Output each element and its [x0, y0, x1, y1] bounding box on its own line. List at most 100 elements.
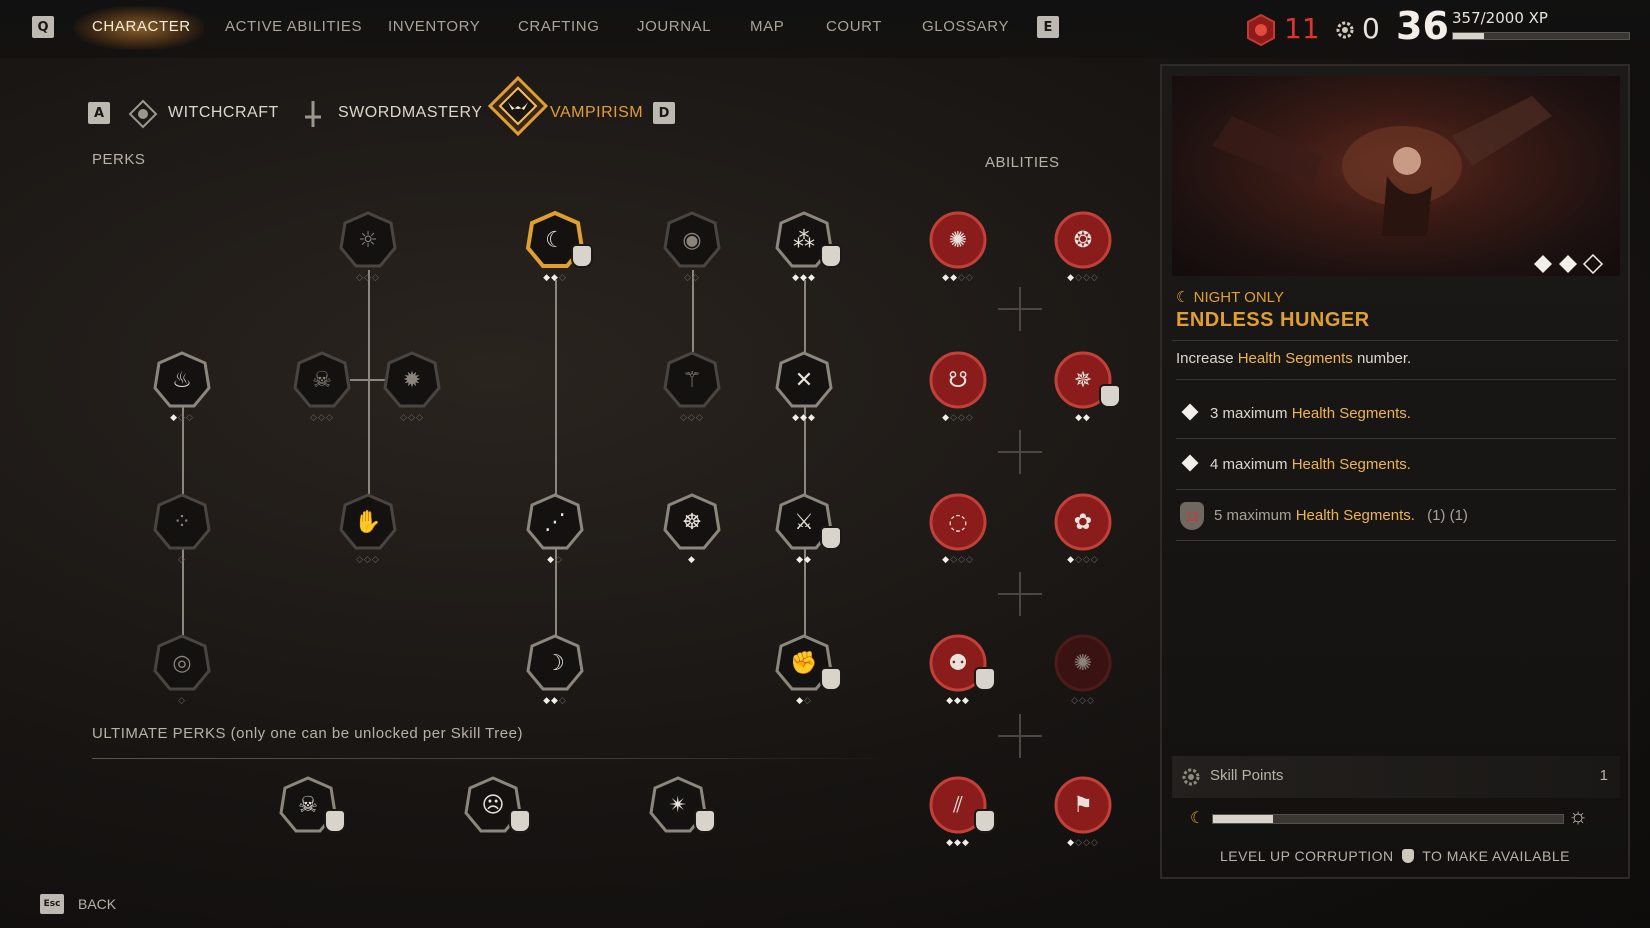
corruption-lock-icon — [820, 667, 842, 691]
ability-node[interactable]: ✺ ◆◆◇◇ — [928, 210, 988, 282]
perk-node[interactable]: ◉ ◇◇ — [662, 210, 722, 282]
perk-node[interactable]: ☸ ◆ — [662, 492, 722, 564]
rank-dot-filled: ◆ — [796, 695, 804, 705]
ability-node[interactable]: ✿ ◆◇◇◇ — [1053, 492, 1113, 564]
rank-dot-filled: ◆ — [800, 412, 808, 422]
rank-dot-empty: ◇ — [1090, 272, 1099, 282]
rank-dot-empty: ◇ — [958, 412, 966, 422]
prev-tree-key[interactable]: A — [88, 102, 110, 124]
ability-node[interactable]: ⫽ ◆◆◆ — [928, 775, 996, 847]
perk-node[interactable]: ☼ ◇◇◇ — [338, 210, 398, 282]
rank-dot-filled: ◆ — [688, 554, 696, 564]
perk-node[interactable]: ◎ ◇ — [152, 633, 212, 705]
perk-node[interactable]: ☽ ◆◆◇ — [525, 633, 585, 705]
ability-separator — [998, 287, 1042, 331]
eye-icon: ◎ — [172, 650, 192, 676]
tree-tab-vampirism[interactable]: VAMPIRISM — [550, 104, 643, 122]
rank-dot-empty: ◇ — [1083, 837, 1091, 847]
tab-active-abilities[interactable]: ACTIVE ABILITIES — [225, 18, 362, 35]
tree-tab-witchcraft[interactable]: WITCHCRAFT — [168, 104, 279, 122]
prev-tab-key[interactable]: Q — [32, 16, 54, 38]
perk-node[interactable]: ☠ ◇◇◇ — [292, 350, 352, 422]
rank-dot-filled: ◆ — [961, 695, 970, 705]
rank-1-text: 3 maximum — [1210, 405, 1292, 422]
tab-glossary[interactable]: GLOSSARY — [922, 18, 1009, 35]
perk-node[interactable]: ⚚ ◇◇◇ — [662, 350, 722, 422]
tab-crafting[interactable]: CRAFTING — [518, 18, 599, 35]
corruption-lock-icon: 12 — [1180, 502, 1204, 530]
rank-diamond-icon — [1181, 403, 1199, 421]
blood-burst-icon: ✺ — [1073, 650, 1093, 676]
ability-node[interactable]: ❂ ◆◇◇◇ — [1053, 210, 1113, 282]
rank-dot-empty: ◇ — [680, 412, 689, 422]
rank-row-3: 12 5 maximum Health Segments. (1) (1) — [1176, 494, 1616, 541]
corruption-lock-icon — [1402, 849, 1415, 863]
rank-dot-filled: ◆ — [942, 412, 951, 422]
blades-icon: ✕ — [794, 367, 814, 393]
perk-node[interactable]: ⁂ ◆◆◆ — [774, 210, 842, 282]
rank-dot-empty: ◇ — [408, 412, 416, 422]
tab-court[interactable]: COURT — [826, 18, 882, 35]
abilities-label: ABILITIES — [985, 154, 1060, 171]
rank-dots: ◆◇◇◇ — [1053, 554, 1113, 564]
corruption-lock-icon — [820, 526, 842, 550]
rank-dot-filled: ◆ — [804, 554, 812, 564]
perk-node[interactable]: ✊ ◆◇ — [774, 633, 842, 705]
ultimate-node[interactable]: ✴ — [648, 775, 716, 835]
ability-node[interactable]: ✵ ◆◆ — [1053, 350, 1121, 422]
rank-dot-empty: ◇ — [318, 412, 326, 422]
rank-dots: ◆◇◇◇ — [1053, 272, 1113, 282]
beast-icon: ❂ — [1073, 227, 1093, 253]
tab-inventory[interactable]: INVENTORY — [388, 18, 480, 35]
perk-node[interactable]: ✕ ◆◆◆ — [774, 350, 834, 422]
unlock-hint-pre: LEVEL UP CORRUPTION — [1220, 848, 1394, 864]
hand-icon: ✋ — [354, 509, 382, 535]
ability-node[interactable]: ☋ ◆◇◇◇ — [928, 350, 988, 422]
perk-node[interactable]: ⋰ ◆◇ — [525, 492, 585, 564]
ability-node[interactable]: ⚑ ◆◇◇◇ — [1053, 775, 1113, 847]
ultimate-perks-label: ULTIMATE PERKS (only one can be unlocked… — [92, 725, 523, 742]
rank-dot-filled: ◆ — [1067, 554, 1076, 564]
rank-dot-empty: ◇ — [371, 272, 380, 282]
perk-node[interactable]: ✋ ◇◇◇ — [338, 492, 398, 564]
perk-node[interactable]: ♨ ◆◇◇ — [152, 350, 212, 422]
beast-icon: ⚑ — [1073, 792, 1093, 818]
rank-diamond-icon — [1181, 454, 1199, 472]
rank-dots: ◆◆◇ — [525, 695, 585, 705]
rank-dot-empty: ◇ — [958, 272, 966, 282]
tab-map[interactable]: MAP — [750, 18, 784, 35]
rank-dot-filled: ◆ — [954, 695, 962, 705]
skill-points-label: Skill Points — [1210, 767, 1284, 784]
sun-sigil-icon: ✹ — [402, 367, 422, 393]
rank-dot-empty: ◇ — [364, 272, 372, 282]
ultimate-node[interactable]: ☠ — [278, 775, 346, 835]
perk-preview-video — [1172, 76, 1620, 276]
perk-title: ENDLESS HUNGER — [1176, 309, 1370, 331]
rank-3-requirement: (1) (1) — [1427, 507, 1468, 524]
next-tab-key[interactable]: E — [1037, 16, 1059, 38]
skill-point-icon — [1336, 21, 1354, 39]
ability-node[interactable]: ◌ ◆◇◇◇ — [928, 492, 988, 564]
perk-node[interactable]: ✹ ◇◇◇ — [382, 350, 442, 422]
corruption-lock-icon — [974, 667, 996, 691]
perks-label: PERKS — [92, 151, 146, 168]
tree-tab-swordmastery[interactable]: SWORDMASTERY — [338, 104, 482, 122]
rank-dot-empty: ◇ — [185, 412, 194, 422]
ability-node[interactable]: ⚉ ◆◆◆ — [928, 633, 996, 705]
perk-node[interactable]: ☾ ◆◆◇ — [525, 210, 593, 282]
ability-node[interactable]: ✺ ◇◇◇ — [1053, 633, 1113, 705]
rank-dot-empty: ◇ — [364, 554, 372, 564]
rank-2-text: 4 maximum — [1210, 456, 1292, 473]
back-button[interactable]: BACK — [78, 896, 116, 912]
tab-character[interactable]: CHARACTER — [92, 18, 191, 35]
esc-key[interactable]: Esc — [40, 894, 64, 914]
ultimate-node[interactable]: ☹ — [463, 775, 531, 835]
rank-dot-empty: ◇ — [310, 412, 319, 422]
perk-node[interactable]: ⚔ ◆◆ — [774, 492, 842, 564]
perk-link — [555, 280, 557, 660]
next-tree-key[interactable]: D — [653, 102, 675, 124]
perk-node[interactable]: ⁘ ◇ — [152, 492, 212, 564]
rank-dot-empty: ◇ — [1086, 695, 1095, 705]
rank-dots: ◇◇◇ — [292, 412, 352, 422]
tab-journal[interactable]: JOURNAL — [637, 18, 711, 35]
